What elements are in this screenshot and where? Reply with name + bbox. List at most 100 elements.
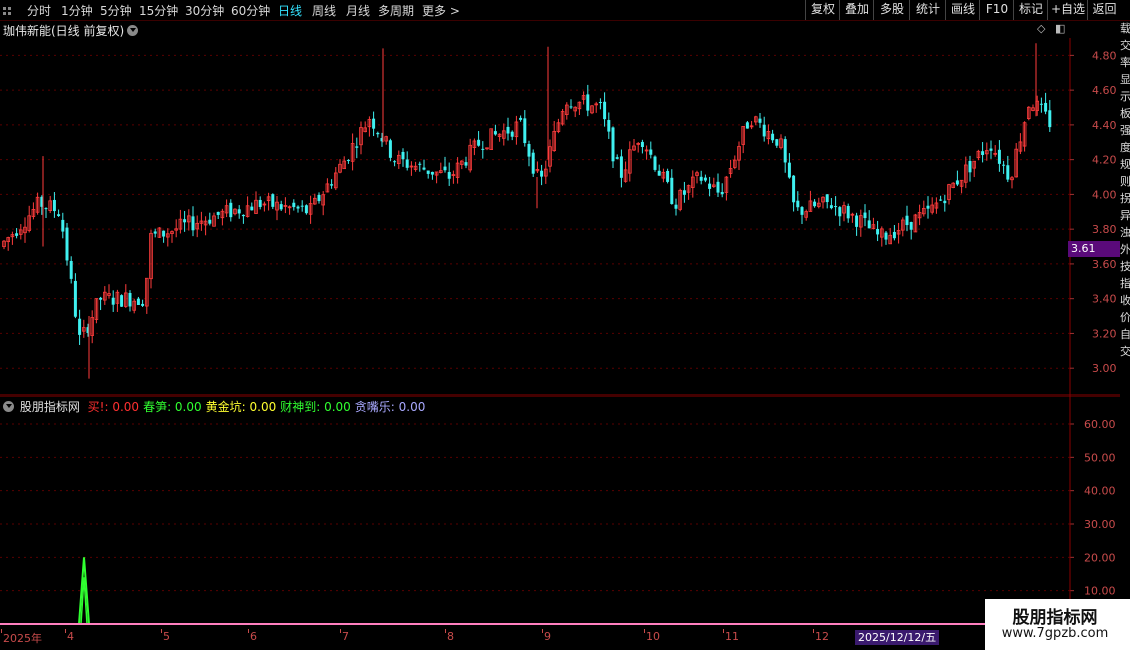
candle-body [527,144,531,157]
side-char: 率 [1120,56,1130,69]
candle-body [611,127,615,162]
date-label: 9 [544,630,551,643]
candle-body [388,140,392,158]
statistics-button[interactable]: 统计 [909,0,946,20]
tab-weekly[interactable]: 周线 [312,2,336,19]
axis-label: 50.00 [1084,451,1116,464]
axis-label: 60.00 [1084,418,1116,431]
tab-multi-period[interactable]: 多周期 [378,2,414,19]
candle-body [968,160,972,173]
tab-60min[interactable]: 60分钟 [231,2,270,19]
candle-body [346,160,350,162]
candle-body [229,202,233,218]
axis-label: 4.40 [1092,119,1117,132]
candle-body [57,214,61,216]
candle-body [1002,164,1006,166]
tab-intraday[interactable]: 分时 [27,2,51,19]
date-label: 6 [250,630,257,643]
tab-daily[interactable]: 日线 [278,2,302,19]
axis-label: 10.00 [1084,585,1116,598]
candle-body [99,297,103,300]
candle-body [653,156,657,170]
candle-body [829,205,833,209]
candle-body [464,162,468,166]
candle-body [943,200,947,204]
panel-toggle-icon[interactable]: ◧ [1055,22,1065,35]
candle-body [61,219,65,232]
candle-body [317,194,321,202]
candle-body [237,209,241,214]
candle-body [1048,110,1052,128]
period-toolbar: 分时 1分钟 5分钟 15分钟 30分钟 60分钟 日线 周线 月线 多周期 更… [0,0,1130,21]
watermark-url: www.7gpzb.com [1001,626,1109,641]
candle-body [708,183,712,189]
axis-label: 30.00 [1084,518,1116,531]
add-watchlist-button[interactable]: +自选 [1047,0,1088,20]
side-char: 收 [1120,294,1130,307]
date-label: 10 [646,630,660,643]
candle-body [758,118,762,123]
candle-body [15,233,19,236]
grid-menu-icon[interactable] [2,6,12,16]
candle-body [1006,165,1010,180]
side-char: 外 [1120,243,1130,256]
candle-body [443,166,447,171]
candle-body [682,190,686,195]
axis-label: 4.20 [1092,154,1117,167]
candle-body [78,318,82,335]
side-char: 价 [1120,311,1130,324]
candle-body [136,298,140,305]
candle-body [493,131,497,135]
candle-body [250,206,254,211]
axis-label: 3.40 [1092,293,1117,306]
f10-button[interactable]: F10 [979,0,1014,20]
candle-body [540,170,544,177]
mark-button[interactable]: 标记 [1013,0,1048,20]
candle-body [955,180,959,185]
candle-body [52,199,56,212]
date-label: 8 [447,630,454,643]
candle-body [69,260,73,279]
candle-body [372,118,376,129]
candle-body [510,131,514,137]
tab-5min[interactable]: 5分钟 [100,2,132,19]
candle-body [800,207,804,215]
date-tick [723,629,724,633]
draw-line-button[interactable]: 画线 [945,0,980,20]
candle-body [603,101,607,120]
candle-body [598,102,602,104]
side-char: 异 [1120,209,1130,222]
chart-title[interactable]: 珈伟新能(日线 前复权) [3,22,139,39]
restore-rights-button[interactable]: 复权 [805,0,840,20]
candle-body [153,231,157,234]
tab-1min[interactable]: 1分钟 [61,2,93,19]
indicator-chart[interactable]: 60.00 50.00 40.00 30.00 20.00 10.00 [0,396,1120,629]
candlestick-chart[interactable] [0,38,1120,396]
axis-label: 4.80 [1092,49,1117,62]
tab-more[interactable]: 更多 > [422,2,460,19]
overlay-button[interactable]: 叠加 [839,0,874,20]
candle-body [666,170,670,182]
multi-stock-button[interactable]: 多股 [873,0,910,20]
diamond-icon[interactable]: ◇ [1037,22,1045,35]
side-char: 浊 [1120,226,1130,239]
chevron-down-icon[interactable] [127,25,139,36]
candle-body [519,117,523,120]
tab-30min[interactable]: 30分钟 [185,2,224,19]
candle-body [418,163,422,165]
candle-body [863,212,867,219]
candle-body [111,297,115,305]
tab-monthly[interactable]: 月线 [346,2,370,19]
candle-body [65,227,69,261]
candle-body [430,171,434,175]
side-char: 自 [1120,328,1130,341]
candle-body [216,211,220,215]
date-label: 2025年 [3,632,42,645]
candle-body [834,206,838,208]
tab-15min[interactable]: 15分钟 [139,2,178,19]
candle-body [771,133,775,141]
candle-body [813,201,817,207]
candle-body [183,219,187,223]
back-button[interactable]: 返回 [1087,0,1121,20]
candle-body [426,170,430,174]
